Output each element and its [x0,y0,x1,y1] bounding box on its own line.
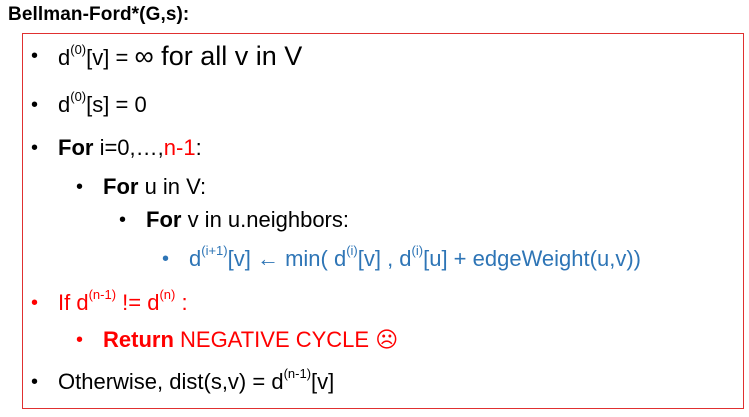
bullet: • [31,94,39,116]
keyword: For [146,207,182,232]
bullet: • [162,248,170,270]
text: [v] ← min( d [227,246,347,271]
superscript: (n-1) [88,286,117,302]
line-init-all: d(0)[v] = ∞ for all v in V [58,43,302,71]
bullet: • [31,137,39,159]
text: u in V: [138,174,207,199]
bullet: • [119,209,127,231]
text: NEGATIVE CYCLE [173,327,376,352]
text: d [58,92,71,117]
text: d [58,45,71,70]
line-for-u: For u in V: [103,174,206,200]
text: If d [58,290,89,315]
text: Otherwise, dist(s,v) = d [58,369,284,394]
text: : [195,135,202,160]
keyword: Return [103,327,174,352]
text: [u] + edgeWeight(u,v)) [423,246,641,271]
line-if-check: If d(n-1) != d(n) : [58,286,188,316]
line-return: Return NEGATIVE CYCLE ☹ [103,327,398,353]
superscript: (n-1) [283,365,312,381]
superscript: (i) [346,242,358,258]
bullet: • [31,292,39,314]
bullet: • [31,45,39,67]
line-init-source: d(0)[s] = 0 [58,88,147,118]
bullet: • [31,371,39,393]
line-relax: d(i+1)[v] ← min( d(i)[v] , d(i)[u] + edg… [189,242,641,272]
superscript: (i) [411,242,424,258]
text: : [175,290,188,315]
text: [s] = 0 [86,92,147,117]
bullet: • [76,329,84,351]
bullet: • [76,176,84,198]
line-for-i: For i=0,…,n-1: [58,135,202,161]
text: [v] [311,369,335,394]
page-title: Bellman-Ford*(G,s): [8,4,190,25]
line-otherwise: Otherwise, dist(s,v) = d(n-1)[v] [58,365,335,395]
keyword: For [58,135,94,160]
text: d [189,246,202,271]
frown-face-icon: ☹ [375,327,399,352]
text: v in u.neighbors: [181,207,349,232]
text: ∞ for all v in V [134,41,303,71]
text: n-1 [163,135,196,160]
text: i=0,…, [93,135,164,160]
line-for-v: For v in u.neighbors: [146,207,349,233]
text: != d [116,290,160,315]
keyword: For [103,174,139,199]
superscript: (i+1) [201,242,228,258]
superscript: (n) [159,286,176,302]
superscript: (0) [70,88,87,104]
superscript: (0) [70,41,87,57]
text: [v] = [86,45,135,70]
text: [v] , d [357,246,412,271]
